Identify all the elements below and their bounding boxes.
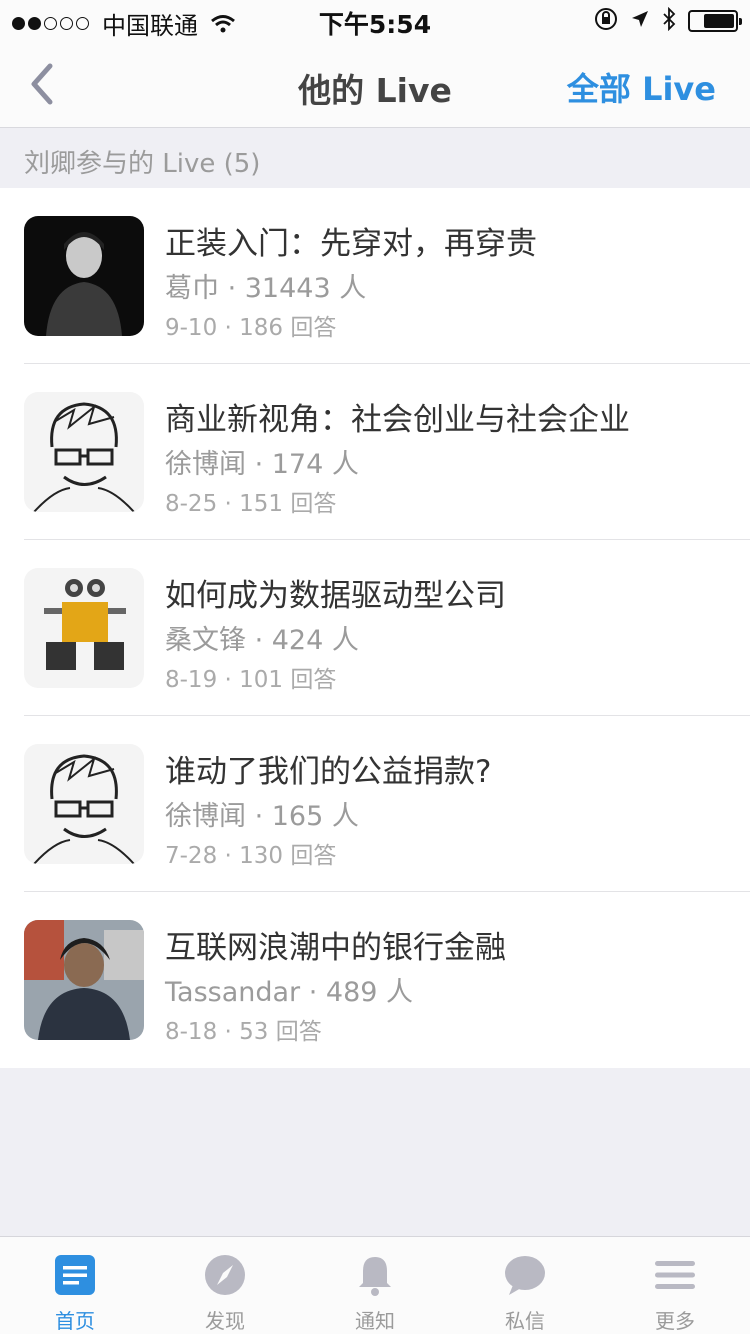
live-title: 谁动了我们的公益捐款? (165, 754, 492, 790)
tab-home[interactable]: 首页 (0, 1237, 150, 1334)
live-date-answers: 8-19 · 101 回答 (165, 667, 337, 693)
navigation-bar: 他的 Live 全部 Live (0, 40, 750, 128)
live-item[interactable]: 商业新视角：社会创业与社会企业 徐博闻 · 174 人 8-25 · 151 回… (0, 364, 750, 540)
live-date-answers: 8-18 · 53 回答 (165, 1019, 322, 1045)
tab-messages[interactable]: 私信 (450, 1237, 600, 1334)
home-icon (55, 1255, 95, 1295)
live-item[interactable]: 正装入门：先穿对，再穿贵 葛巾 · 31443 人 9-10 · 186 回答 (0, 188, 750, 364)
avatar (24, 216, 144, 336)
avatar (24, 568, 144, 688)
tab-notifications[interactable]: 通知 (300, 1237, 450, 1334)
live-host-attendees: 徐博闻 · 165 人 (165, 801, 359, 832)
tab-label: 首页 (55, 1309, 95, 1333)
live-host-attendees: 徐博闻 · 174 人 (165, 449, 359, 480)
tab-label: 发现 (205, 1309, 245, 1333)
live-date-answers: 7-28 · 130 回答 (165, 843, 337, 869)
menu-icon (655, 1261, 695, 1289)
tab-discover[interactable]: 发现 (150, 1237, 300, 1334)
live-date-answers: 8-25 · 151 回答 (165, 491, 337, 517)
live-title: 商业新视角：社会创业与社会企业 (165, 402, 630, 438)
bluetooth-icon (662, 6, 676, 35)
compass-icon (205, 1255, 245, 1295)
tab-label: 通知 (355, 1309, 395, 1333)
battery-icon (688, 10, 742, 32)
location-arrow-icon (630, 9, 650, 33)
live-host-attendees: Tassandar · 489 人 (165, 977, 414, 1008)
rotation-lock-icon (594, 7, 618, 35)
tab-label: 私信 (505, 1309, 545, 1333)
status-bar: 中国联通 下午5:54 (0, 0, 750, 40)
tab-label: 更多 (655, 1309, 695, 1333)
live-title: 如何成为数据驱动型公司 (165, 578, 506, 614)
avatar (24, 744, 144, 864)
live-host-attendees: 葛巾 · 31443 人 (165, 273, 367, 304)
live-date-answers: 9-10 · 186 回答 (165, 315, 337, 341)
chat-bubble-icon (505, 1256, 545, 1295)
avatar (24, 920, 144, 1040)
live-list: 正装入门：先穿对，再穿贵 葛巾 · 31443 人 9-10 · 186 回答 … (0, 188, 750, 1068)
section-header-label: 刘卿参与的 Live (5) (24, 149, 261, 179)
tab-more[interactable]: 更多 (600, 1237, 750, 1334)
live-host-attendees: 桑文锋 · 424 人 (165, 625, 359, 656)
live-item[interactable]: 谁动了我们的公益捐款? 徐博闻 · 165 人 7-28 · 130 回答 (0, 716, 750, 892)
live-title: 正装入门：先穿对，再穿贵 (165, 226, 537, 262)
avatar (24, 392, 144, 512)
section-header: 刘卿参与的 Live (5) (0, 129, 750, 188)
live-item[interactable]: 如何成为数据驱动型公司 桑文锋 · 424 人 8-19 · 101 回答 (0, 540, 750, 716)
bell-icon (359, 1257, 391, 1296)
live-item[interactable]: 互联网浪潮中的银行金融 Tassandar · 489 人 8-18 · 53 … (0, 892, 750, 1068)
all-live-button[interactable]: 全部 Live (567, 64, 716, 110)
live-title: 互联网浪潮中的银行金融 (165, 930, 506, 966)
tab-bar: 首页 发现 通知 私信 更多 (0, 1236, 750, 1334)
